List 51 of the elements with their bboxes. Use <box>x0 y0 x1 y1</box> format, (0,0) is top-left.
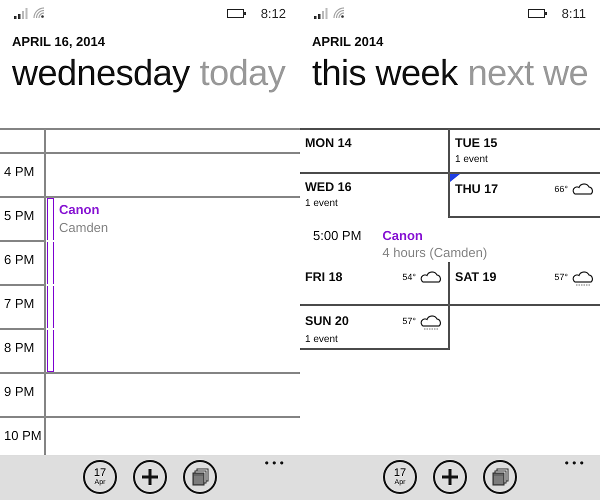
temperature: 54° <box>402 272 416 282</box>
more-button[interactable]: ••• <box>564 457 586 470</box>
battery-icon <box>226 8 246 18</box>
calendars-button[interactable] <box>483 460 517 494</box>
event-bar <box>47 330 54 372</box>
signal-icon <box>314 8 328 19</box>
event-count: 1 event <box>455 154 489 165</box>
more-button[interactable]: ••• <box>264 457 286 470</box>
calendar-stack-icon <box>490 468 510 486</box>
temperature: 66° <box>554 184 568 194</box>
event-location: Camden <box>59 220 108 235</box>
day-cell[interactable]: SAT 19 57° <box>450 262 600 306</box>
day-label: THU 17 <box>455 182 498 196</box>
pivot-tab[interactable]: this week <box>312 50 458 96</box>
hour-label: 4 PM <box>0 152 46 196</box>
signal-icon <box>14 8 28 19</box>
day-cell[interactable]: TUE 15 1 event <box>450 130 600 174</box>
event-time: 5:00 PM <box>313 228 362 245</box>
wifi-icon <box>33 7 45 19</box>
date-heading: APRIL 16, 2014 <box>12 34 106 49</box>
day-label: FRI 18 <box>305 270 343 284</box>
clock-time: 8:11 <box>562 6 586 20</box>
plus-icon <box>141 468 159 486</box>
calendars-button[interactable] <box>183 460 217 494</box>
day-label: SUN 20 <box>305 314 349 328</box>
pivot-tab[interactable]: wednesday <box>12 50 190 96</box>
add-button[interactable] <box>433 460 467 494</box>
day-label: SAT 19 <box>455 270 496 284</box>
hour-slot[interactable]: Canon Camden <box>46 196 300 240</box>
add-button[interactable] <box>133 460 167 494</box>
hour-label: 9 PM <box>0 372 46 416</box>
day-label: TUE 15 <box>455 136 498 150</box>
day-label: WED 16 <box>305 180 352 194</box>
event-title[interactable]: Canon <box>382 228 488 243</box>
event-detail: 4 hours (Camden) <box>382 245 488 260</box>
day-cell[interactable]: MON 14 <box>300 130 450 174</box>
day-cell[interactable]: SUN 20 57° 1 event <box>300 306 450 350</box>
temperature: 57° <box>554 272 568 282</box>
day-label: MON 14 <box>305 136 352 150</box>
event-count: 1 event <box>305 334 339 345</box>
plus-icon <box>441 468 459 486</box>
wifi-icon <box>333 7 345 19</box>
clock-time: 8:12 <box>260 6 286 20</box>
date-heading: APRIL 2014 <box>312 34 384 49</box>
calendar-stack-icon <box>190 468 210 486</box>
event-count: 1 event <box>305 198 339 209</box>
event-title[interactable]: Canon <box>59 202 108 217</box>
battery-icon <box>528 8 547 18</box>
day-cell[interactable]: FRI 18 54° <box>300 262 450 306</box>
temperature: 57° <box>402 316 416 326</box>
day-cell[interactable]: THU 17 66° <box>448 174 600 218</box>
